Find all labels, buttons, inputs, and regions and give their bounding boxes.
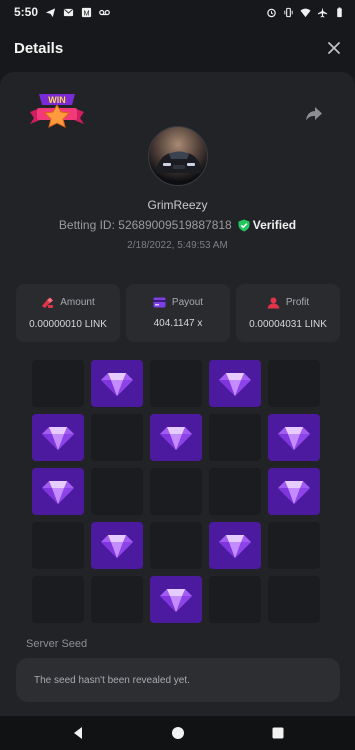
- details-sheet: WIN GrimReezy Betting ID: 52689009519887…: [0, 72, 355, 716]
- stat-card-amount: Amount 0.00000010 LINK: [16, 284, 120, 342]
- grid-tile-gem: [268, 414, 320, 461]
- betting-id-row: Betting ID: 52689009519887818 Verified: [0, 218, 355, 232]
- grid-tile-empty: [91, 468, 143, 515]
- grid-tile-gem: [209, 360, 261, 407]
- grid-tile-empty: [268, 360, 320, 407]
- card-icon: [153, 297, 166, 308]
- status-bar: 5:50 M: [0, 0, 355, 24]
- bet-date: 2/18/2022, 5:49:53 AM: [127, 240, 228, 251]
- grid-tile-gem: [32, 414, 84, 461]
- alarm-icon: [267, 8, 276, 17]
- recents-icon[interactable]: [271, 726, 285, 740]
- grid-tile-empty: [32, 522, 84, 569]
- win-badge-text: WIN: [48, 95, 66, 105]
- wifi-icon: [300, 8, 311, 17]
- airplane-icon: [317, 6, 328, 18]
- status-time: 5:50: [14, 5, 39, 19]
- shield-check-icon: [238, 219, 250, 231]
- grid-tile-empty: [209, 468, 261, 515]
- grid-tile-empty: [150, 360, 202, 407]
- grid-tile-gem: [91, 360, 143, 407]
- stat-value: 0.00004031 LINK: [249, 318, 327, 330]
- stat-card-profit: Profit 0.00004031 LINK: [236, 284, 340, 342]
- grid-tile-empty: [150, 468, 202, 515]
- grid-tile-empty: [209, 414, 261, 461]
- amount-icon: [42, 297, 54, 308]
- grid-tile-gem: [209, 522, 261, 569]
- car-photo: [157, 151, 201, 173]
- news-icon: M: [81, 7, 92, 17]
- mines-grid: [32, 360, 320, 623]
- gem-icon: [219, 534, 251, 558]
- close-icon[interactable]: [327, 41, 341, 55]
- gem-icon: [101, 534, 133, 558]
- profit-icon: [267, 297, 280, 308]
- details-header: Details: [0, 24, 355, 72]
- avatar: [148, 126, 208, 186]
- stats-row: Amount 0.00000010 LINK Payout 404.1147 x: [16, 284, 340, 342]
- share-icon[interactable]: [305, 106, 323, 122]
- back-icon[interactable]: [71, 726, 85, 740]
- grid-tile-empty: [32, 360, 84, 407]
- gem-icon: [160, 588, 192, 612]
- stat-label: Payout: [171, 297, 204, 308]
- username: GrimReezy: [147, 198, 208, 212]
- vibrate-icon: [284, 7, 293, 17]
- grid-tile-gem: [150, 414, 202, 461]
- grid-tile-empty: [150, 522, 202, 569]
- verified-badge: Verified: [238, 218, 296, 232]
- gem-icon: [278, 426, 310, 450]
- betting-id: Betting ID: 52689009519887818: [58, 218, 232, 232]
- grid-tile-gem: [91, 522, 143, 569]
- message-icon: [63, 8, 74, 16]
- page-title: Details: [14, 39, 64, 57]
- verified-label: Verified: [252, 218, 297, 232]
- voicemail-icon: [99, 9, 110, 15]
- grid-tile-empty: [32, 576, 84, 623]
- navigation-bar: [0, 716, 355, 750]
- grid-tile-empty: [91, 576, 143, 623]
- stat-value: 0.00000010 LINK: [29, 318, 107, 330]
- gem-icon: [101, 372, 133, 396]
- server-seed-label: Server Seed: [26, 638, 88, 650]
- gem-icon: [219, 372, 251, 396]
- gem-icon: [160, 426, 192, 450]
- grid-tile-empty: [91, 414, 143, 461]
- stat-value: 404.1147 x: [153, 318, 203, 329]
- stat-card-payout: Payout 404.1147 x: [126, 284, 230, 342]
- server-seed-box: The seed hasn't been revealed yet.: [16, 658, 340, 702]
- grid-tile-empty: [268, 576, 320, 623]
- grid-tile-empty: [268, 522, 320, 569]
- gem-icon: [42, 480, 74, 504]
- grid-tile-empty: [209, 576, 261, 623]
- home-icon[interactable]: [171, 726, 185, 740]
- server-seed-message: The seed hasn't been revealed yet.: [34, 674, 190, 686]
- telegram-icon: [45, 7, 56, 17]
- gem-icon: [42, 426, 74, 450]
- gem-icon: [278, 480, 310, 504]
- stat-label: Profit: [285, 297, 310, 308]
- stat-label: Amount: [60, 297, 95, 308]
- svg-text:M: M: [83, 8, 89, 17]
- grid-tile-gem: [150, 576, 202, 623]
- win-badge: WIN: [30, 94, 84, 128]
- grid-tile-gem: [268, 468, 320, 515]
- grid-tile-gem: [32, 468, 84, 515]
- battery-icon: [337, 6, 342, 17]
